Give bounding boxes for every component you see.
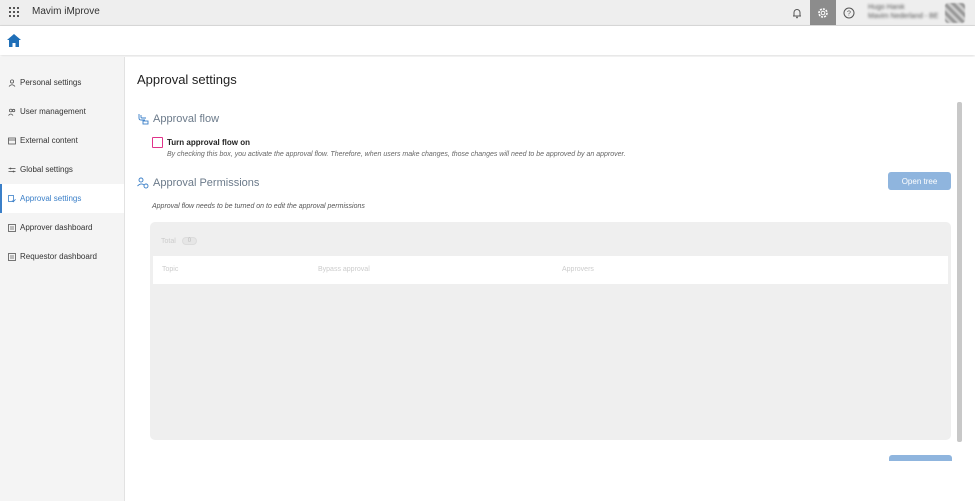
user-info[interactable]: Hugo Hanik Mavim Nederland - BE [868, 3, 938, 21]
settings-button[interactable] [810, 0, 836, 25]
sliders-icon [8, 166, 16, 174]
approval-flow-checkbox[interactable] [152, 137, 163, 148]
approval-flow-description: By checking this box, you activate the a… [167, 151, 626, 158]
avatar[interactable] [945, 3, 965, 23]
approval-flow-checkbox-label[interactable]: Turn approval flow on [167, 138, 250, 147]
column-header-topic[interactable]: Topic [162, 266, 178, 273]
table-header: Topic Bypass approval Approvers [153, 256, 948, 284]
bell-icon [793, 8, 801, 18]
sidebar-item-requestor-dashboard[interactable]: Requestor dashboard [0, 242, 124, 271]
sidebar-item-label: External content [20, 136, 78, 145]
approval-flow-heading: Approval flow [137, 113, 219, 125]
total-count: Total 0 [161, 237, 198, 245]
home-bar [0, 26, 975, 55]
approval-flow-heading-text: Approval flow [153, 113, 220, 125]
column-header-bypass-approval[interactable]: Bypass approval [318, 266, 370, 273]
permissions-note: Approval flow needs to be turned on to e… [152, 203, 365, 210]
user-subtitle: Mavim Nederland - BE [868, 13, 939, 20]
sidebar-item-label: Global settings [20, 165, 73, 174]
sidebar-item-external-content[interactable]: External content [0, 126, 124, 155]
approval-permissions-icon [137, 177, 149, 189]
person-icon [8, 78, 16, 87]
sidebar: Personal settings User management Extern… [0, 57, 125, 501]
approval-permissions-heading-text: Approval Permissions [153, 177, 260, 189]
permissions-table-panel: Total 0 Topic Bypass approval Approvers [150, 222, 951, 440]
apps-grid-icon[interactable] [9, 7, 20, 18]
help-button[interactable]: ? [836, 0, 862, 25]
sidebar-item-label: Requestor dashboard [20, 252, 97, 261]
notifications-button[interactable] [784, 0, 810, 25]
help-icon: ? [843, 7, 855, 18]
open-tree-button[interactable]: Open tree [888, 172, 951, 190]
svg-text:?: ? [847, 10, 851, 17]
sidebar-item-approval-settings[interactable]: Approval settings [0, 184, 124, 213]
gear-icon [818, 7, 828, 18]
dashboard-icon [8, 223, 16, 232]
sidebar-item-label: Personal settings [20, 78, 82, 87]
page-title: Approval settings [137, 72, 237, 87]
vertical-scrollbar[interactable] [957, 102, 962, 442]
home-icon[interactable] [6, 33, 22, 48]
column-header-approvers[interactable]: Approvers [562, 266, 594, 273]
sidebar-item-approver-dashboard[interactable]: Approver dashboard [0, 213, 124, 242]
top-bar: Mavim iMprove ? Hugo Hanik Mavim Nederla… [0, 0, 975, 26]
sidebar-item-user-management[interactable]: User management [0, 97, 124, 126]
sidebar-item-label: Approval settings [20, 194, 82, 203]
approval-icon [8, 194, 16, 203]
users-icon [8, 108, 16, 116]
sidebar-item-global-settings[interactable]: Global settings [0, 155, 124, 184]
sidebar-item-label: Approver dashboard [20, 223, 93, 232]
external-icon [8, 137, 16, 145]
sidebar-item-personal-settings[interactable]: Personal settings [0, 68, 124, 97]
total-label: Total [161, 237, 176, 245]
sidebar-item-label: User management [20, 107, 86, 116]
total-badge: 0 [181, 237, 198, 245]
main-content: Approval settings Approval flow Turn app… [125, 57, 975, 501]
dashboard-icon [8, 252, 16, 261]
approval-permissions-heading: Approval Permissions [137, 177, 259, 189]
approval-flow-icon [138, 114, 149, 125]
app-title: Mavim iMprove [32, 6, 100, 17]
user-name: Hugo Hanik [868, 4, 905, 11]
save-button-partial[interactable] [889, 455, 952, 461]
